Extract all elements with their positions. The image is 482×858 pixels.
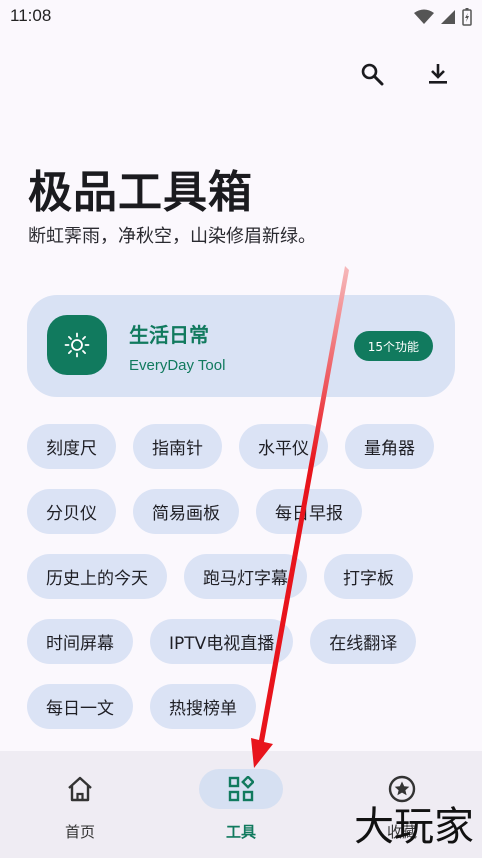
page-title: 极品工具箱 — [28, 167, 253, 218]
nav-item-home[interactable]: 首页 — [0, 751, 160, 858]
tool-chip-compass[interactable]: 指南针 — [133, 424, 222, 469]
tool-chip-history-today[interactable]: 历史上的今天 — [27, 554, 167, 599]
page-subtitle: 断虹霁雨，净秋空，山染修眉新绿。 — [28, 226, 316, 247]
tool-chip-daily-news[interactable]: 每日早报 — [256, 489, 362, 534]
tool-chip-marquee[interactable]: 跑马灯字幕 — [184, 554, 307, 599]
top-actions — [358, 60, 452, 88]
tool-chip-ruler[interactable]: 刻度尺 — [27, 424, 116, 469]
tool-chip-time-screen[interactable]: 时间屏幕 — [27, 619, 133, 664]
tool-chip-typing-board[interactable]: 打字板 — [324, 554, 413, 599]
tool-chip-daily-article[interactable]: 每日一文 — [27, 684, 133, 729]
search-button[interactable] — [358, 60, 386, 88]
category-icon-container — [47, 315, 107, 375]
home-icon — [68, 776, 92, 802]
grid-icon — [228, 776, 254, 802]
nav-label-tools: 工具 — [225, 823, 256, 841]
watermark-text: 大玩家 — [354, 804, 474, 850]
wifi-icon — [414, 9, 434, 24]
signal-icon — [441, 10, 455, 24]
sun-icon — [64, 332, 90, 358]
tool-chip-iptv[interactable]: IPTV电视直播 — [150, 619, 294, 664]
battery-icon — [462, 8, 472, 26]
tool-chip-drawing-board[interactable]: 简易画板 — [133, 489, 239, 534]
nav-item-tools[interactable]: 工具 — [161, 751, 321, 858]
status-icons — [414, 8, 472, 26]
download-button[interactable] — [424, 60, 452, 88]
status-time: 11:08 — [10, 6, 52, 25]
category-card-daily-life[interactable]: 生活日常 EveryDay Tool 15个功能 — [27, 295, 455, 397]
tool-chip-decibel-meter[interactable]: 分贝仪 — [27, 489, 116, 534]
tool-chip-protractor[interactable]: 量角器 — [345, 424, 434, 469]
tool-chip-list: 刻度尺 指南针 水平仪 量角器 分贝仪 简易画板 每日早报 历史上的今天 跑马灯… — [27, 424, 457, 729]
tool-chip-hot-search[interactable]: 热搜榜单 — [150, 684, 256, 729]
download-icon — [429, 64, 447, 84]
tool-chip-translate[interactable]: 在线翻译 — [310, 619, 417, 664]
tool-chip-level[interactable]: 水平仪 — [239, 424, 328, 469]
status-bar: 11:08 — [0, 0, 482, 34]
category-title: 生活日常 — [129, 323, 209, 347]
nav-label-home: 首页 — [64, 823, 95, 841]
function-count-badge: 15个功能 — [353, 331, 433, 361]
category-subtitle: EveryDay Tool — [129, 357, 226, 374]
search-icon — [361, 63, 384, 86]
